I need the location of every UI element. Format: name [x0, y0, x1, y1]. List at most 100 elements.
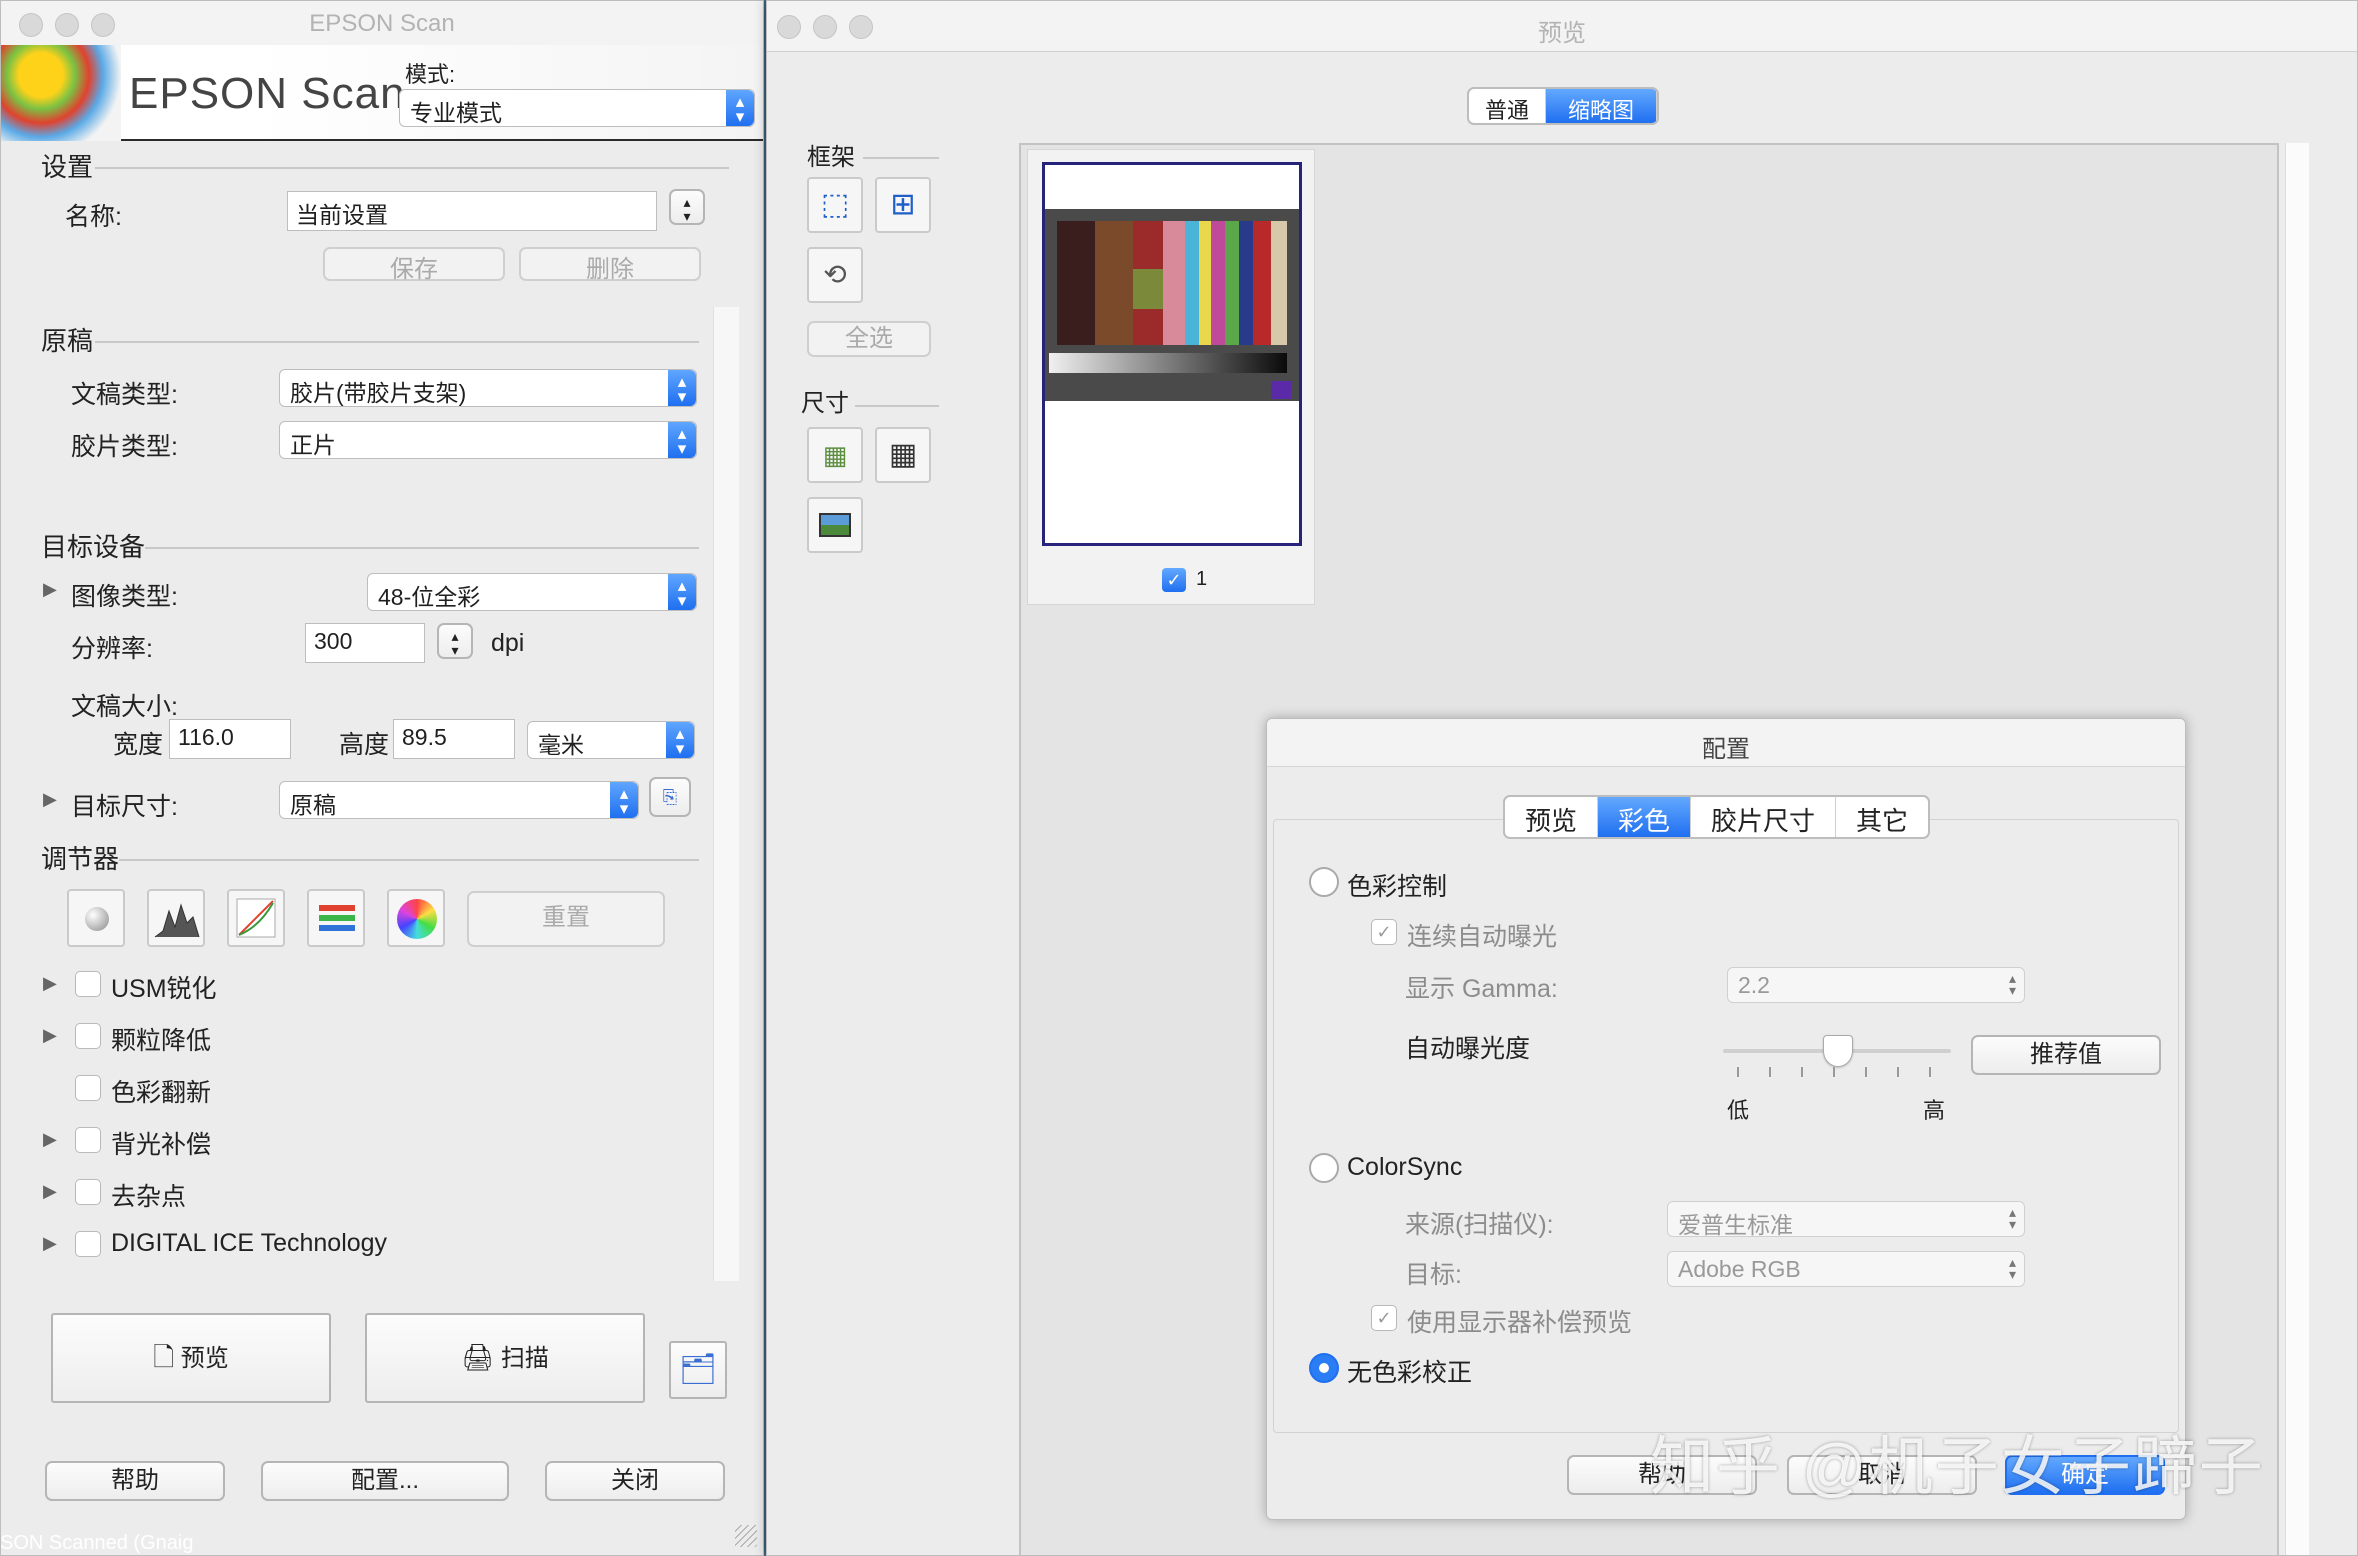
document-icon: 🗋	[153, 1342, 175, 1372]
exposure-slider-thumb[interactable]	[1823, 1035, 1853, 1067]
resize-grip-icon[interactable]	[735, 1525, 757, 1547]
config-dialog: 配置 预览 彩色 胶片尺寸 其它 色彩控制 ✓ 连续自动曝光 显示 Gamma:…	[1266, 718, 2186, 1520]
monitor-comp-label: 使用显示器补偿预览	[1407, 1309, 1633, 1337]
colorsync-label: ColorSync	[1347, 1153, 1463, 1181]
thumbnail-checkbox[interactable]: ✓	[1162, 568, 1186, 592]
save-button[interactable]: 保存	[323, 247, 505, 283]
target-size-select[interactable]: 原稿 ▴ ▾	[279, 781, 639, 819]
color-control-label: 色彩控制	[1347, 873, 1448, 901]
close-button[interactable]: 关闭	[545, 1461, 725, 1501]
mode-value: 专业模式	[410, 100, 502, 126]
width-label: 宽度	[113, 731, 164, 759]
target-value: Adobe RGB	[1678, 1256, 1801, 1282]
saturation-icon[interactable]	[387, 889, 445, 947]
disclosure-triangle-icon[interactable]: ▶	[43, 1181, 57, 1202]
disclosure-triangle-icon[interactable]: ▶	[43, 789, 57, 810]
auto-exposure-icon[interactable]	[67, 889, 125, 947]
chevron-updown-icon: ▴ ▾	[668, 370, 696, 406]
unit-select[interactable]: 毫米 ▴ ▾	[527, 721, 695, 759]
grain-label: 颗粒降低	[111, 1027, 212, 1055]
scrollbar[interactable]	[713, 307, 739, 1281]
image-type-select[interactable]: 48-位全彩 ▴ ▾	[367, 573, 697, 611]
marquee-select-icon[interactable]: ⬚	[807, 177, 863, 233]
resolution-stepper[interactable]: ▴ ▾	[437, 623, 473, 659]
gamma-value: 2.2	[1738, 972, 1770, 998]
recommend-button[interactable]: 推荐值	[1971, 1035, 2161, 1075]
disclosure-triangle-icon[interactable]: ▶	[43, 1129, 57, 1150]
monitor-comp-checkbox[interactable]: ✓	[1371, 1305, 1397, 1331]
reset-button[interactable]: 重置	[467, 891, 665, 947]
tab-color[interactable]: 彩色	[1598, 797, 1692, 837]
scan-button[interactable]: 🖨 扫描	[365, 1313, 645, 1403]
preview-button-label: 预览	[180, 1345, 229, 1372]
usm-label: USM锐化	[111, 975, 217, 1003]
name-label: 名称:	[65, 203, 122, 231]
resolution-field[interactable]: 300	[305, 623, 425, 663]
file-save-settings-icon[interactable]: 🗂	[669, 1341, 727, 1399]
gamma-select[interactable]: 2.2 ▴ ▾	[1727, 967, 2025, 1003]
backlight-checkbox[interactable]	[75, 1127, 101, 1153]
small-thumbs-icon[interactable]: ▦	[807, 427, 863, 483]
select-all-button[interactable]: 全选	[807, 321, 931, 357]
image-type-label: 图像类型:	[71, 583, 178, 611]
config-button[interactable]: 配置...	[261, 1461, 509, 1501]
single-image-icon[interactable]	[807, 497, 863, 553]
canvas-scrollbar[interactable]	[2285, 143, 2309, 1555]
delete-button[interactable]: 删除	[519, 247, 701, 283]
tab-film-size[interactable]: 胶片尺寸	[1691, 797, 1837, 837]
histogram-icon[interactable]	[147, 889, 205, 947]
ice-checkbox[interactable]	[75, 1231, 101, 1257]
disclosure-triangle-icon[interactable]: ▶	[43, 579, 57, 600]
thumbnail-card[interactable]: ✓ 1	[1027, 149, 1315, 605]
no-color-correction-radio[interactable]	[1309, 1353, 1339, 1383]
mode-select[interactable]: 专业模式 ▴ ▾	[399, 89, 755, 127]
thumbnail-number: 1	[1196, 568, 1208, 590]
name-stepper[interactable]: ▴ ▾	[669, 189, 705, 225]
help-button[interactable]: 帮助	[45, 1461, 225, 1501]
doc-type-value: 胶片(带胶片支架)	[290, 380, 467, 406]
chevron-updown-icon: ▴ ▾	[2008, 970, 2016, 998]
large-thumbs-icon[interactable]: ▦	[875, 427, 931, 483]
tone-curve-icon[interactable]	[227, 889, 285, 947]
thumbnail-frame[interactable]	[1042, 162, 1302, 546]
film-type-select[interactable]: 正片 ▴ ▾	[279, 421, 697, 459]
chevron-updown-icon: ▴ ▾	[726, 90, 754, 126]
target-select[interactable]: Adobe RGB ▴ ▾	[1667, 1251, 2025, 1287]
dust-checkbox[interactable]	[75, 1179, 101, 1205]
chevron-updown-icon: ▴ ▾	[2008, 1204, 2016, 1232]
disclosure-triangle-icon[interactable]: ▶	[43, 973, 57, 994]
disclosure-triangle-icon[interactable]: ▶	[43, 1233, 57, 1254]
rotate-frame-icon[interactable]: ⟲	[807, 247, 863, 303]
continuous-ae-checkbox[interactable]: ✓	[1371, 919, 1397, 945]
preview-button[interactable]: 🗋 预览	[51, 1313, 331, 1403]
name-field[interactable]: 当前设置	[287, 191, 657, 231]
high-label: 高	[1923, 1098, 1946, 1123]
marquee-grid-icon[interactable]: ⊞	[875, 177, 931, 233]
tab-normal[interactable]: 普通	[1469, 89, 1547, 123]
color-restore-label: 色彩翻新	[111, 1079, 212, 1107]
scan-button-label: 扫描	[500, 1345, 549, 1372]
curve-graphic	[236, 898, 276, 938]
tab-thumbnail[interactable]: 缩略图	[1546, 89, 1658, 123]
doc-type-select[interactable]: 胶片(带胶片支架) ▴ ▾	[279, 369, 697, 407]
target-size-edit-icon[interactable]: ⎘	[649, 777, 691, 817]
disclosure-triangle-icon[interactable]: ▶	[43, 1025, 57, 1046]
divider	[855, 405, 939, 407]
source-select[interactable]: 爱普生标准 ▴ ▾	[1667, 1201, 2025, 1238]
color-restore-checkbox[interactable]	[75, 1075, 101, 1101]
color-control-radio[interactable]	[1309, 867, 1339, 897]
color-balance-icon[interactable]	[307, 889, 365, 947]
film-type-label: 胶片类型:	[71, 433, 178, 461]
usm-checkbox[interactable]	[75, 971, 101, 997]
width-field[interactable]: 116.0	[169, 719, 291, 759]
tab-preview[interactable]: 预览	[1505, 797, 1599, 837]
tab-other[interactable]: 其它	[1836, 797, 1928, 837]
scan-icon: 🖨	[461, 1342, 495, 1372]
colorsync-radio[interactable]	[1309, 1153, 1339, 1183]
height-field[interactable]: 89.5	[393, 719, 515, 759]
preview-window-title: 预览	[1538, 20, 1586, 47]
settings-section-title: 设置	[41, 152, 94, 182]
target-size-label: 目标尺寸:	[71, 793, 178, 821]
target-section-title: 目标设备	[41, 532, 146, 562]
grain-checkbox[interactable]	[75, 1023, 101, 1049]
